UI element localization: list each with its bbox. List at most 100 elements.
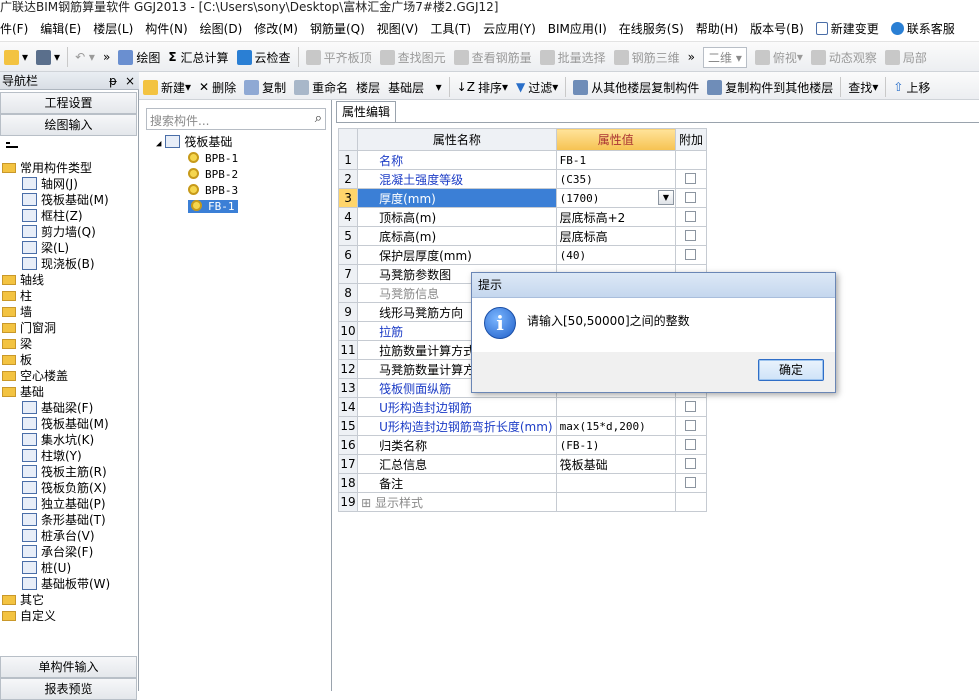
- property-value[interactable]: [555, 473, 676, 493]
- extra-checkbox[interactable]: [685, 420, 697, 431]
- toolbar-overflow[interactable]: »: [99, 42, 114, 71]
- tree-item[interactable]: 筏板负筋(X): [22, 480, 107, 496]
- save-button[interactable]: ▾: [32, 42, 64, 71]
- tree-item[interactable]: 桩承台(V): [22, 528, 95, 544]
- tree-root[interactable]: ◢ 筏板基础: [156, 134, 232, 150]
- menu-online[interactable]: 在线服务(S): [613, 16, 690, 41]
- tree-folder[interactable]: 轴线: [2, 272, 44, 288]
- tree-folder[interactable]: 其它: [2, 592, 44, 608]
- property-value[interactable]: 层底标高+2: [555, 207, 676, 227]
- copy-to-floor-button[interactable]: 复制构件到其他楼层: [703, 72, 837, 99]
- tree-folder[interactable]: 板: [2, 352, 32, 368]
- close-icon[interactable]: ×: [125, 72, 135, 90]
- menu-file[interactable]: 件(F): [0, 16, 34, 41]
- pin-icon[interactable]: ᵽ: [109, 72, 117, 90]
- menu-new-change[interactable]: 新建变更: [810, 16, 885, 41]
- tree-folder[interactable]: 墙: [2, 304, 32, 320]
- draw-button[interactable]: 绘图: [114, 42, 164, 71]
- find-button[interactable]: 查找 ▾: [844, 72, 882, 99]
- property-value[interactable]: max(15*d,200): [555, 416, 676, 436]
- extra-checkbox[interactable]: [685, 401, 697, 412]
- extra-checkbox[interactable]: [685, 192, 697, 203]
- undo-button[interactable]: ↶ ▾: [71, 42, 99, 71]
- report-preview-button[interactable]: 报表预览: [0, 678, 137, 700]
- menu-modify[interactable]: 修改(M): [248, 16, 304, 41]
- extra-checkbox[interactable]: [685, 249, 697, 260]
- project-settings-button[interactable]: 工程设置: [0, 92, 137, 114]
- property-row[interactable]: 19 ⊞ 显示样式: [337, 492, 708, 512]
- tree-folder[interactable]: 柱: [2, 288, 32, 304]
- tree-item[interactable]: 筏板基础(M): [22, 192, 109, 208]
- sort-button[interactable]: ↓Z 排序 ▾: [453, 72, 512, 99]
- extra-checkbox[interactable]: [685, 439, 697, 450]
- local-view-button[interactable]: 局部: [881, 42, 931, 71]
- tree-item[interactable]: 承台梁(F): [22, 544, 93, 560]
- property-value[interactable]: 筏板基础: [555, 454, 676, 474]
- component-item[interactable]: BPB-3: [188, 183, 238, 199]
- property-value[interactable]: (1700) ▼: [555, 188, 676, 208]
- component-item[interactable]: BPB-1: [188, 151, 238, 167]
- find-element-button[interactable]: 查找图元: [376, 42, 450, 71]
- tree-item[interactable]: 筏板主筋(R): [22, 464, 107, 480]
- move-up-button[interactable]: ⇧ 上移: [889, 72, 934, 99]
- property-value[interactable]: FB-1: [555, 150, 676, 170]
- rename-button[interactable]: 重命名: [290, 72, 352, 99]
- rebar-3d-button[interactable]: 钢筋三维: [610, 42, 684, 71]
- property-row[interactable]: 6 保护层厚度(mm) (40): [337, 245, 708, 265]
- menu-draw[interactable]: 绘图(D): [194, 16, 249, 41]
- tree-item[interactable]: 独立基础(P): [22, 496, 106, 512]
- tree-item[interactable]: 基础梁(F): [22, 400, 93, 416]
- dropdown-arrow-icon[interactable]: ▼: [657, 190, 674, 205]
- menu-edit[interactable]: 编辑(E): [34, 16, 87, 41]
- property-row[interactable]: 4 顶标高(m) 层底标高+2: [337, 207, 708, 227]
- top-view-button[interactable]: 俯视 ▾: [751, 42, 807, 71]
- property-row[interactable]: 15 U形构造封边钢筋弯折长度(mm) max(15*d,200): [337, 416, 708, 436]
- property-row[interactable]: 16 归类名称 (FB-1): [337, 435, 708, 455]
- new-component-button[interactable]: 新建 ▾: [139, 72, 195, 99]
- property-value[interactable]: (C35): [555, 169, 676, 189]
- extra-checkbox[interactable]: [685, 458, 697, 469]
- menu-floor[interactable]: 楼层(L): [87, 16, 139, 41]
- tree-item[interactable]: 剪力墙(Q): [22, 224, 96, 240]
- menu-version[interactable]: 版本号(B): [744, 16, 810, 41]
- property-value[interactable]: (FB-1): [555, 435, 676, 455]
- open-button[interactable]: ▾: [0, 42, 32, 71]
- extra-checkbox[interactable]: [685, 211, 697, 222]
- tree-item[interactable]: 梁(L): [22, 240, 69, 256]
- component-item-selected[interactable]: FB-1: [188, 199, 238, 215]
- delete-button[interactable]: ✕ 删除: [195, 72, 240, 99]
- property-row[interactable]: 1 名称 FB-1: [337, 150, 708, 170]
- property-value[interactable]: [555, 492, 676, 512]
- collapse-icon[interactable]: [6, 142, 18, 150]
- single-component-input-button[interactable]: 单构件输入: [0, 656, 137, 678]
- menu-tools[interactable]: 工具(T): [424, 16, 477, 41]
- filter-button[interactable]: ▼ 过滤 ▾: [512, 72, 562, 99]
- property-value[interactable]: 层底标高: [555, 226, 676, 246]
- property-value[interactable]: [555, 397, 676, 417]
- menu-component[interactable]: 构件(N): [139, 16, 193, 41]
- cloud-check-button[interactable]: 云检查: [233, 42, 295, 71]
- ok-button[interactable]: 确定: [758, 359, 824, 381]
- tree-item[interactable]: 框柱(Z): [22, 208, 83, 224]
- tree-item[interactable]: 柱墩(Y): [22, 448, 82, 464]
- tree-folder[interactable]: 梁: [2, 336, 32, 352]
- view-mode-select[interactable]: 二维 ▾: [699, 42, 751, 71]
- menu-rebar-qty[interactable]: 钢筋量(Q): [304, 16, 371, 41]
- component-item[interactable]: BPB-2: [188, 167, 238, 183]
- copy-button[interactable]: 复制: [240, 72, 290, 99]
- tree-item[interactable]: 桩(U): [22, 560, 71, 576]
- tree-item[interactable]: 条形基础(T): [22, 512, 106, 528]
- search-icon[interactable]: ⌕: [315, 111, 322, 126]
- menu-cloud[interactable]: 云应用(Y): [477, 16, 542, 41]
- flat-top-button[interactable]: 平齐板顶: [302, 42, 376, 71]
- extra-checkbox[interactable]: [685, 173, 697, 184]
- tree-item[interactable]: 筏板基础(M): [22, 416, 109, 432]
- tree-item[interactable]: 轴网(J): [22, 176, 78, 192]
- tree-folder[interactable]: 基础: [2, 384, 44, 400]
- expand-icon[interactable]: ⊞: [361, 496, 375, 510]
- tree-item[interactable]: 基础板带(W): [22, 576, 110, 592]
- extra-checkbox[interactable]: [685, 230, 697, 241]
- floor-select[interactable]: 基础层 ▾: [384, 72, 445, 99]
- menu-view[interactable]: 视图(V): [371, 16, 425, 41]
- property-row[interactable]: 2 混凝土强度等级 (C35): [337, 169, 708, 189]
